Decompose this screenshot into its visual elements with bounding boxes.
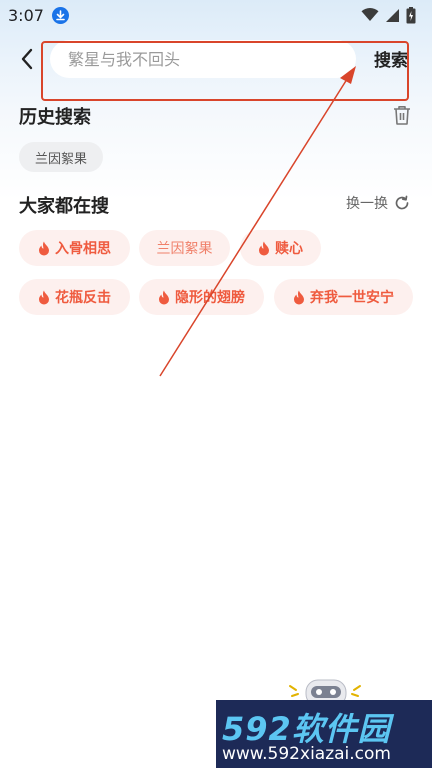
refresh-button[interactable]: 换一换 [346,193,410,213]
wifi-icon [361,8,379,21]
search-box[interactable] [50,40,356,78]
status-time: 3:07 [8,5,44,25]
trending-item-label: 弃我一世安宁 [310,290,394,306]
trending-item-label: 赎心 [275,241,303,257]
battery-icon [406,6,416,23]
trending-item[interactable]: 花瓶反击 [19,279,130,315]
clear-history-button[interactable] [391,104,413,126]
history-item[interactable]: 兰因絮果 [19,142,104,172]
flame-icon [39,241,49,255]
trending-item[interactable]: 弃我一世安宁 [274,279,413,315]
watermark: 592软件园 www.592xiazai.com [216,700,432,768]
trending-item[interactable]: 兰因絮果 [139,230,230,266]
status-icons [361,6,416,24]
refresh-icon [395,195,409,210]
search-screen: 3:07 搜 [0,0,432,768]
signal-icon [386,8,399,22]
history-title: 历史搜索 [19,107,91,128]
trending-item[interactable]: 隐形的翅膀 [139,279,264,315]
trash-icon [394,106,410,125]
trending-item[interactable]: 入骨相思 [19,230,130,266]
trending-item-label: 兰因絮果 [156,241,213,257]
trending-title: 大家都在搜 [19,196,109,217]
flame-icon [159,290,169,304]
flame-icon [39,290,49,304]
watermark-url: www.592xiazai.com [222,744,391,764]
search-button[interactable]: 搜索 [374,46,408,71]
chevron-left-icon [21,48,33,70]
trending-item-label: 隐形的翅膀 [175,290,245,306]
search-header: 搜索 [0,38,432,80]
refresh-label: 换一换 [346,196,388,212]
flame-icon [294,290,304,304]
flame-icon [259,241,269,255]
status-bar: 3:07 [0,0,432,30]
trending-item-label: 入骨相思 [55,241,111,257]
search-input[interactable] [68,49,356,69]
back-button[interactable] [12,44,42,74]
trending-item[interactable]: 赎心 [240,230,321,266]
download-icon [51,6,69,24]
trending-item-label: 花瓶反击 [55,290,111,306]
